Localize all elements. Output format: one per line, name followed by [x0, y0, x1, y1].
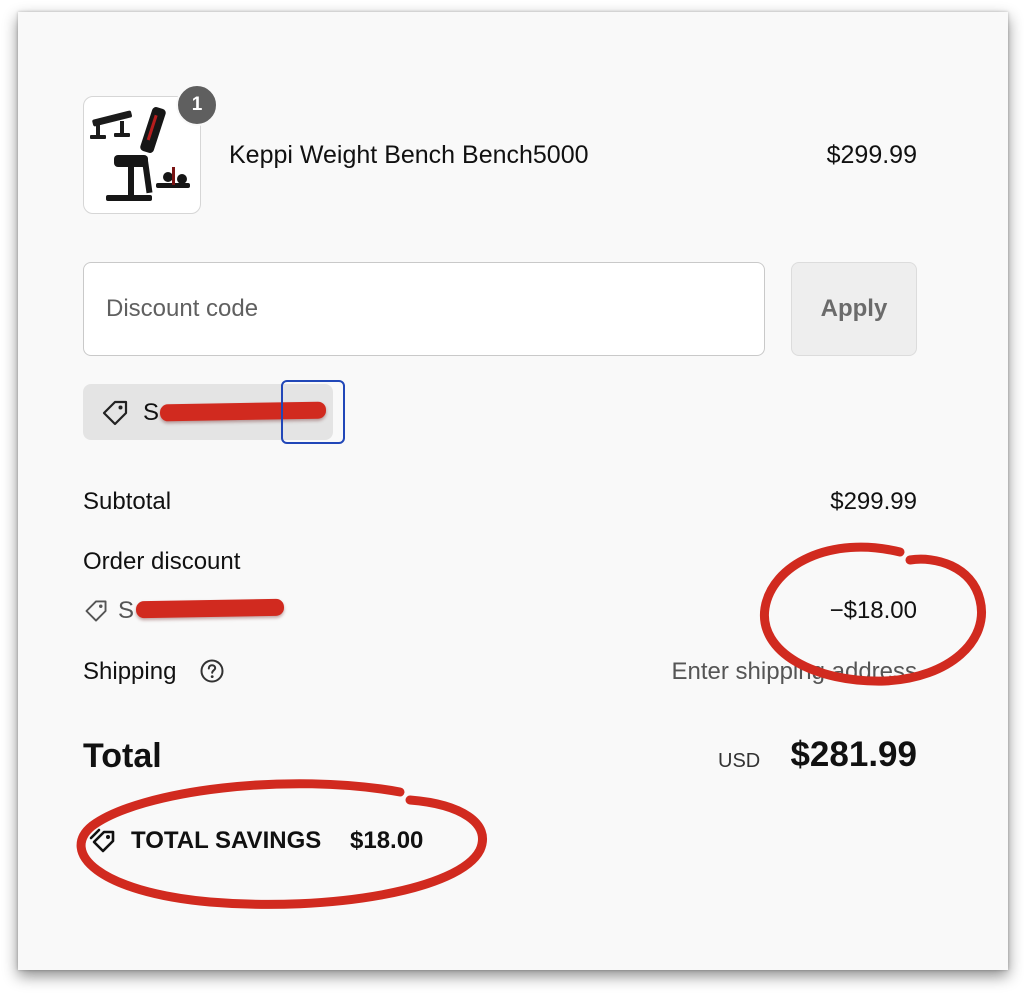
help-icon[interactable]	[199, 658, 225, 684]
quantity-badge: 1	[176, 84, 218, 126]
product-price: $299.99	[826, 141, 917, 169]
tag-icon	[102, 400, 128, 426]
order-discount-label: Order discount	[83, 548, 241, 575]
subtotal-value: $299.99	[830, 488, 917, 515]
redaction-mark	[135, 598, 285, 619]
order-discount-value: −$18.00	[829, 597, 917, 624]
remove-code-button[interactable]	[281, 380, 345, 444]
total-savings-value: $18.00	[350, 827, 424, 854]
order-discount-code: S	[118, 597, 135, 624]
savings-tag-icon	[89, 828, 115, 853]
shipping-value: Enter shipping address	[671, 658, 917, 685]
applied-code-label: S	[143, 399, 160, 426]
total-savings-label: TOTAL SAVINGS	[131, 827, 322, 854]
discount-code-input[interactable]	[83, 262, 765, 356]
apply-button[interactable]: Apply	[791, 262, 917, 356]
currency-label: USD	[718, 750, 761, 772]
product-name: Keppi Weight Bench Bench5000	[229, 141, 589, 169]
total-value: $281.99	[790, 735, 917, 774]
subtotal-label: Subtotal	[83, 488, 172, 515]
total-label: Total	[83, 737, 162, 775]
shipping-label: Shipping	[83, 658, 177, 685]
discount-tag-icon	[85, 600, 107, 622]
